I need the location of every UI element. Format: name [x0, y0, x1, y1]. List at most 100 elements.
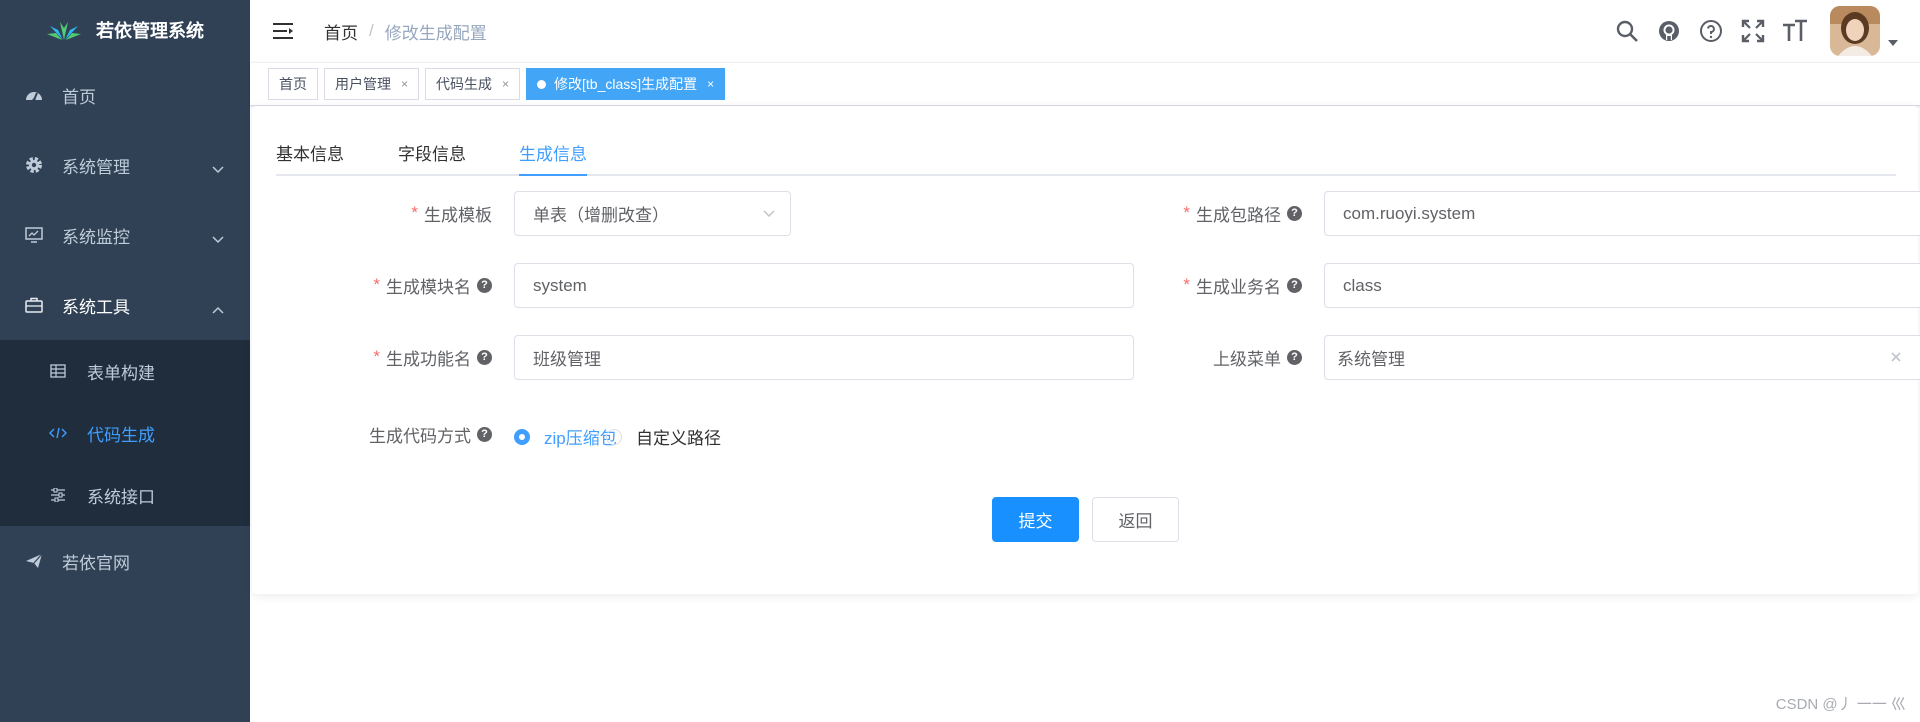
breadcrumb-separator: /	[369, 21, 374, 40]
logo-icon	[47, 22, 81, 40]
font-size-icon[interactable]	[1782, 18, 1808, 44]
help-circle-icon[interactable]	[1698, 18, 1724, 44]
caret-down-icon[interactable]	[1888, 33, 1898, 51]
sidebar-item-label: 系统接口	[87, 487, 155, 507]
sidebar-item-tools[interactable]: 系统工具	[0, 270, 250, 340]
sidebar-item-label: 若依官网	[62, 553, 130, 573]
module-input[interactable]: system	[514, 263, 1134, 308]
template-select[interactable]: 单表（增删改查）	[514, 191, 791, 236]
tab-basic-info[interactable]: 基本信息	[276, 140, 344, 165]
paper-plane-icon	[24, 551, 44, 571]
package-label: * 生成包路径 ?	[1102, 191, 1302, 235]
github-icon[interactable]	[1656, 18, 1682, 44]
sidebar-item-label: 首页	[62, 87, 96, 107]
sidebar-logo[interactable]: 若依管理系统	[0, 0, 250, 60]
main-container: 首页 / 修改生成配置 首页 用户管理 × 代码生成 × 修改[tb_class…	[250, 0, 1920, 722]
avatar[interactable]	[1830, 6, 1880, 56]
fullscreen-icon[interactable]	[1740, 18, 1766, 44]
tab-gen-info[interactable]: 生成信息	[519, 140, 587, 165]
radio-unchecked-icon	[606, 428, 622, 445]
close-icon[interactable]: ×	[401, 77, 408, 91]
help-icon[interactable]: ?	[1287, 277, 1302, 293]
sidebar-item-home[interactable]: 首页	[0, 60, 250, 130]
function-input[interactable]: 班级管理	[514, 335, 1134, 380]
parent-menu-label: 上级菜单 ?	[1102, 335, 1302, 379]
breadcrumb-home[interactable]: 首页	[324, 19, 358, 44]
help-icon[interactable]: ?	[477, 277, 492, 293]
input-value: 班级管理	[533, 350, 601, 369]
hamburger-icon	[273, 23, 293, 39]
navbar-right-menu	[1614, 0, 1920, 62]
sliders-icon	[49, 486, 67, 504]
back-button[interactable]: 返回	[1092, 497, 1179, 542]
tools-submenu: 表单构建 代码生成 系统接口	[0, 340, 250, 526]
tag-home[interactable]: 首页	[268, 68, 318, 100]
sidebar-item-form-build[interactable]: 表单构建	[0, 340, 250, 402]
help-icon[interactable]: ?	[1287, 349, 1302, 365]
navbar: 首页 / 修改生成配置	[250, 0, 1920, 62]
chevron-down-icon	[212, 159, 224, 179]
gen-type-label: 生成代码方式 ?	[292, 412, 492, 456]
breadcrumb: 首页 / 修改生成配置	[324, 19, 487, 44]
watermark-text: CSDN @丿 一一 巛	[1775, 696, 1906, 713]
tag-label: 用户管理	[335, 76, 391, 92]
input-value: com.ruoyi.system	[1343, 203, 1476, 223]
tag-edit-gen-config[interactable]: 修改[tb_class]生成配置 ×	[526, 68, 726, 100]
sidebar-item-ruoyi-site[interactable]: 若依官网	[0, 526, 250, 596]
label-text: 生成业务名	[1196, 277, 1281, 297]
tag-label: 首页	[279, 76, 307, 92]
package-input[interactable]: com.ruoyi.system	[1324, 191, 1920, 236]
sidebar-item-monitor[interactable]: 系统监控	[0, 200, 250, 270]
function-label: * 生成功能名 ?	[292, 335, 492, 379]
clear-icon[interactable]	[1889, 349, 1903, 369]
tag-user-management[interactable]: 用户管理 ×	[324, 68, 420, 100]
required-mark: *	[1183, 275, 1190, 294]
parent-menu-treeselect[interactable]: 系统管理	[1324, 335, 1920, 380]
sidebar-item-swagger[interactable]: 系统接口	[0, 464, 250, 526]
select-value: 系统管理	[1337, 350, 1405, 369]
search-icon[interactable]	[1614, 18, 1640, 44]
input-value: class	[1343, 275, 1382, 295]
sidebar-item-label: 表单构建	[87, 363, 155, 383]
sidebar-item-label: 系统监控	[62, 227, 130, 247]
sidebar-item-system[interactable]: 系统管理	[0, 130, 250, 200]
chevron-down-icon	[762, 206, 776, 226]
config-tabs: 基本信息 字段信息 生成信息	[276, 126, 1896, 176]
label-text: 生成功能名	[386, 349, 471, 369]
radio-checked-icon	[514, 428, 530, 445]
close-icon[interactable]: ×	[502, 77, 509, 91]
hamburger-toggle[interactable]	[272, 21, 294, 41]
radio-label: 自定义路径	[636, 429, 721, 448]
close-icon[interactable]: ×	[707, 77, 714, 91]
tag-label: 修改[tb_class]生成配置	[554, 76, 698, 92]
tab-field-info[interactable]: 字段信息	[398, 140, 466, 165]
sidebar: 若依管理系统 首页 系统管理 系统监控 系统工具 表单构建 代码生成 系统接口 …	[0, 0, 250, 722]
business-input[interactable]: class	[1324, 263, 1920, 308]
radio-custom-path[interactable]: 自定义路径	[606, 424, 721, 449]
sidebar-item-label: 系统工具	[62, 297, 130, 317]
help-icon[interactable]: ?	[477, 426, 492, 442]
submit-button[interactable]: 提交	[992, 497, 1079, 542]
business-label: * 生成业务名 ?	[1102, 263, 1302, 307]
radio-zip[interactable]: zip压缩包	[514, 424, 617, 449]
label-text: 生成代码方式	[369, 426, 471, 446]
tag-code-gen[interactable]: 代码生成 ×	[425, 68, 521, 100]
help-icon[interactable]: ?	[477, 349, 492, 365]
help-icon[interactable]: ?	[1287, 205, 1302, 221]
label-text: 生成包路径	[1196, 205, 1281, 225]
chevron-up-icon	[212, 299, 224, 319]
sidebar-item-label: 系统管理	[62, 157, 130, 177]
monitor-icon	[24, 225, 44, 245]
app-title: 若依管理系统	[96, 21, 204, 41]
required-mark: *	[411, 203, 418, 222]
label-text: 生成模块名	[386, 277, 471, 297]
gen-config-card: 基本信息 字段信息 生成信息 * 生成模板 单表（增删改查） * 生成包路径 ?…	[252, 106, 1920, 594]
chevron-down-icon	[212, 229, 224, 249]
tags-view: 首页 用户管理 × 代码生成 × 修改[tb_class]生成配置 ×	[250, 62, 1920, 106]
system-gear-icon	[24, 155, 44, 175]
table-icon	[49, 362, 67, 380]
required-mark: *	[373, 347, 380, 366]
template-label: * 生成模板	[292, 191, 492, 235]
breadcrumb-current: 修改生成配置	[384, 23, 487, 43]
sidebar-item-code-gen[interactable]: 代码生成	[0, 402, 250, 464]
